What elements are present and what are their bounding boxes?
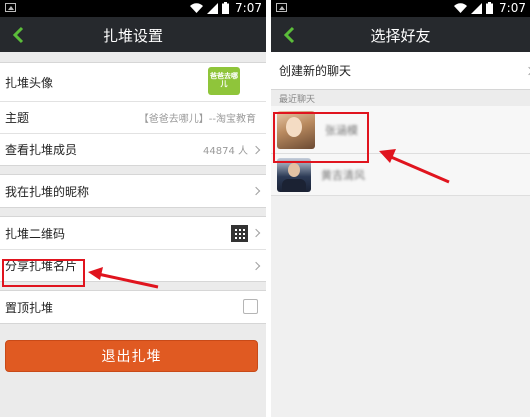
row-label: 查看扎堆成员 — [5, 143, 78, 157]
row-qr-code[interactable]: 扎堆二维码 — [0, 217, 266, 249]
chevron-right-icon — [251, 261, 261, 270]
status-bar: 7:07 — [271, 0, 530, 17]
pin-checkbox[interactable] — [243, 299, 258, 314]
create-new-chat[interactable]: 创建新的聊天 — [271, 52, 530, 90]
left-screen: 7:07 扎堆设置 扎堆头像 爸爸去哪儿 主题 【爸爸去哪儿】--淘宝教育 查看… — [0, 0, 266, 417]
row-my-nickname[interactable]: 我在扎堆的昵称 — [0, 175, 266, 207]
nickname-section: 我在扎堆的昵称 — [0, 174, 266, 208]
row-label: 扎堆二维码 — [5, 226, 66, 241]
row-label: 置顶扎堆 — [5, 300, 54, 315]
image-icon — [276, 3, 287, 12]
row-group-avatar[interactable]: 扎堆头像 爸爸去哪儿 — [0, 63, 266, 101]
exit-group-button[interactable]: 退出扎堆 — [5, 340, 258, 372]
row-label: 主题 — [5, 111, 30, 125]
chevron-right-icon — [251, 186, 261, 196]
member-count: 44874 人 — [203, 146, 248, 157]
wifi-icon — [190, 3, 204, 13]
image-icon — [5, 3, 16, 12]
title-bar: 扎堆设置 — [0, 17, 266, 52]
status-bar: 7:07 — [0, 0, 266, 17]
highlight-box — [2, 259, 85, 287]
pointer-arrow — [379, 149, 450, 184]
chevron-right-icon — [251, 145, 261, 154]
wifi-icon — [454, 3, 468, 13]
pin-section: 置顶扎堆 — [0, 290, 266, 324]
contact-name: 黄吉清风 — [321, 168, 365, 182]
clock: 7:07 — [499, 1, 526, 15]
recent-chats-header: 最近聊天 — [271, 90, 530, 106]
avatar-logo-text: 爸爸去哪儿 — [210, 72, 238, 88]
right-screen: 7:07 选择好友 创建新的聊天 最近聊天 张涵模 黄吉清风 — [271, 0, 530, 417]
chevron-right-icon — [524, 66, 530, 75]
chevron-right-icon — [251, 228, 261, 238]
topic-value: 【爸爸去哪儿】--淘宝教育 — [138, 114, 256, 125]
qr-code-icon — [231, 225, 248, 242]
group-info-section: 扎堆头像 爸爸去哪儿 主题 【爸爸去哪儿】--淘宝教育 查看扎堆成员 44874… — [0, 62, 266, 166]
page-title: 扎堆设置 — [102, 27, 163, 45]
group-avatar-image: 爸爸去哪儿 — [208, 67, 240, 95]
signal-icon — [207, 2, 219, 14]
row-label: 扎堆头像 — [5, 75, 54, 90]
row-pin-group: 置顶扎堆 — [0, 291, 266, 323]
new-chat-label: 创建新的聊天 — [279, 64, 352, 78]
row-view-members[interactable]: 查看扎堆成员 44874 人 — [0, 133, 266, 165]
row-topic: 主题 【爸爸去哪儿】--淘宝教育 — [0, 101, 266, 133]
battery-icon — [222, 2, 230, 14]
pointer-arrow — [88, 267, 159, 289]
clock: 7:07 — [235, 1, 262, 15]
highlight-box — [273, 112, 369, 163]
page-title: 选择好友 — [370, 27, 431, 45]
signal-icon — [471, 2, 483, 14]
row-label: 我在扎堆的昵称 — [5, 184, 90, 199]
title-bar: 选择好友 — [271, 17, 530, 52]
battery-icon — [486, 2, 494, 14]
